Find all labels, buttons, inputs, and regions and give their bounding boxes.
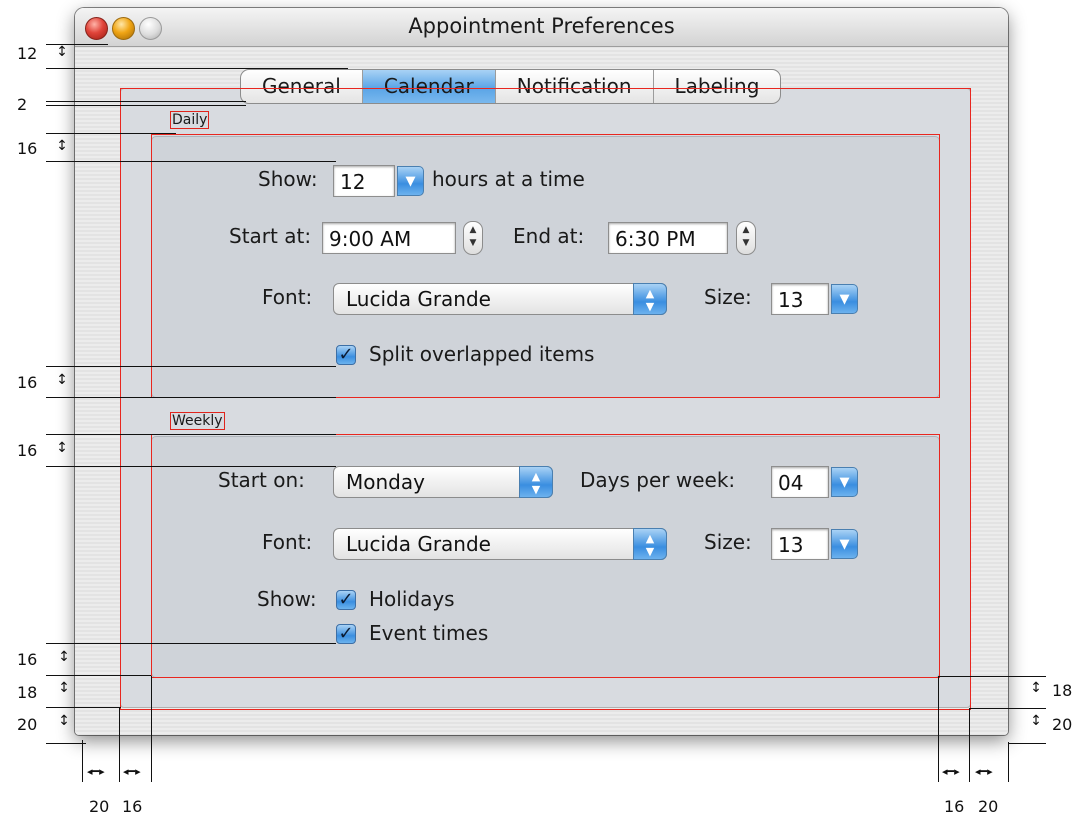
guide-line <box>46 133 176 134</box>
guide-line <box>46 707 121 708</box>
double-arrow-icon: ◂━▸ <box>942 765 960 778</box>
guide-line <box>46 434 336 435</box>
guide-line <box>46 68 348 69</box>
double-arrow-icon: ↕ <box>58 713 70 729</box>
spacing-label: 16 <box>17 650 38 669</box>
end-at-label: End at: <box>513 224 585 248</box>
spacing-label: 20 <box>89 797 110 816</box>
guide-line <box>46 366 336 367</box>
daily-size-combo[interactable]: 13 <box>771 283 829 315</box>
chevron-down-icon[interactable]: ▼ <box>831 467 858 497</box>
daily-size-label: Size: <box>704 285 752 309</box>
daily-show-label: Show: <box>258 167 318 191</box>
weekly-font-value: Lucida Grande <box>346 532 491 556</box>
guide-line <box>46 466 336 467</box>
start-at-field[interactable]: 9:00 AM <box>322 222 456 254</box>
tab-labeling[interactable]: Labeling <box>654 70 781 103</box>
tab-bar: General Calendar Notification Labeling <box>240 69 782 104</box>
end-at-field[interactable]: 6:30 PM <box>608 222 728 254</box>
chevron-down-icon[interactable]: ▼ <box>397 166 424 196</box>
start-on-value: Monday <box>346 470 425 494</box>
spacing-label: 16 <box>17 441 38 460</box>
spacing-label: 20 <box>1052 715 1073 734</box>
guide-line <box>46 743 86 744</box>
event-times-checkbox[interactable]: ✓ <box>336 624 356 644</box>
split-overlapped-checkbox[interactable]: ✓ <box>336 345 356 365</box>
end-at-stepper[interactable]: ▲ ▼ <box>736 221 756 255</box>
weekly-font-label: Font: <box>262 530 313 554</box>
double-arrow-icon: ◂━▸ <box>87 765 105 778</box>
chevron-down-icon[interactable]: ▼ <box>831 529 858 559</box>
start-at-label: Start at: <box>229 224 312 248</box>
guide-line <box>119 708 120 782</box>
weekly-section-label: Weekly <box>170 412 225 430</box>
guide-line <box>46 643 336 644</box>
double-arrow-icon: ↕ <box>56 440 68 456</box>
holidays-label: Holidays <box>369 587 455 611</box>
guide-line <box>46 105 246 106</box>
tab-notification[interactable]: Notification <box>496 70 654 103</box>
spacing-label: 16 <box>122 797 143 816</box>
start-on-popup[interactable]: Monday ▲ ▼ <box>333 466 553 498</box>
daily-font-label: Font: <box>262 285 313 309</box>
guide-line <box>46 101 246 102</box>
daily-show-combo[interactable]: 12 <box>333 165 395 197</box>
guide-line <box>151 676 152 782</box>
start-on-label: Start on: <box>218 468 305 492</box>
double-arrow-icon: ↕ <box>58 649 70 665</box>
double-arrow-icon: ◂━▸ <box>975 765 993 778</box>
up-down-arrows-icon: ▲ ▼ <box>519 466 553 498</box>
double-arrow-icon: ↕ <box>1030 680 1042 696</box>
title-bar[interactable]: Appointment Preferences <box>75 8 1008 47</box>
double-arrow-icon: ↕ <box>56 138 68 154</box>
double-arrow-icon: ↕ <box>58 680 70 696</box>
guide-line <box>1008 743 1046 744</box>
spacing-label: 16 <box>944 797 965 816</box>
daily-section-label: Daily <box>170 111 210 129</box>
tab-general[interactable]: General <box>241 70 363 103</box>
start-at-stepper[interactable]: ▲ ▼ <box>463 221 483 255</box>
window-title: Appointment Preferences <box>408 14 675 38</box>
guide-line <box>82 740 83 782</box>
guide-line <box>46 161 336 162</box>
weekly-size-combo[interactable]: 13 <box>771 528 829 560</box>
chevron-down-icon[interactable]: ▼ <box>831 284 858 314</box>
guide-line <box>969 708 970 782</box>
daily-font-value: Lucida Grande <box>346 287 491 311</box>
spacing-label: 20 <box>978 797 999 816</box>
guide-line <box>938 676 939 782</box>
spacing-label: 20 <box>17 715 38 734</box>
up-down-arrows-icon: ▲ ▼ <box>633 283 667 315</box>
spacing-label: 2 <box>17 95 28 114</box>
spacing-label: 18 <box>17 683 38 702</box>
weekly-show-label: Show: <box>257 587 317 611</box>
weekly-size-label: Size: <box>704 530 752 554</box>
tab-calendar[interactable]: Calendar <box>362 70 496 103</box>
days-per-week-combo[interactable]: 04 <box>771 466 829 498</box>
spacing-label: 16 <box>17 373 38 392</box>
guide-line <box>1008 742 1009 782</box>
spacing-label: 16 <box>17 139 38 158</box>
double-arrow-icon: ↕ <box>56 372 68 388</box>
spacing-label: 18 <box>1052 681 1073 700</box>
guide-line <box>938 676 1046 677</box>
guide-line <box>969 708 1046 709</box>
guide-line <box>46 675 151 676</box>
double-arrow-icon: ◂━▸ <box>123 765 141 778</box>
holidays-checkbox[interactable]: ✓ <box>336 590 356 610</box>
spacing-label: 12 <box>17 44 38 63</box>
daily-font-popup[interactable]: Lucida Grande ▲ ▼ <box>333 283 667 315</box>
double-arrow-icon: ↕ <box>1030 713 1042 729</box>
guide-line <box>46 397 336 398</box>
up-down-arrows-icon: ▲ ▼ <box>633 528 667 560</box>
daily-show-suffix: hours at a time <box>432 167 585 191</box>
days-per-week-label: Days per week: <box>580 468 736 492</box>
weekly-font-popup[interactable]: Lucida Grande ▲ ▼ <box>333 528 667 560</box>
double-arrow-icon: ↕ <box>56 44 68 60</box>
split-overlapped-label: Split overlapped items <box>369 342 595 366</box>
event-times-label: Event times <box>369 621 489 645</box>
